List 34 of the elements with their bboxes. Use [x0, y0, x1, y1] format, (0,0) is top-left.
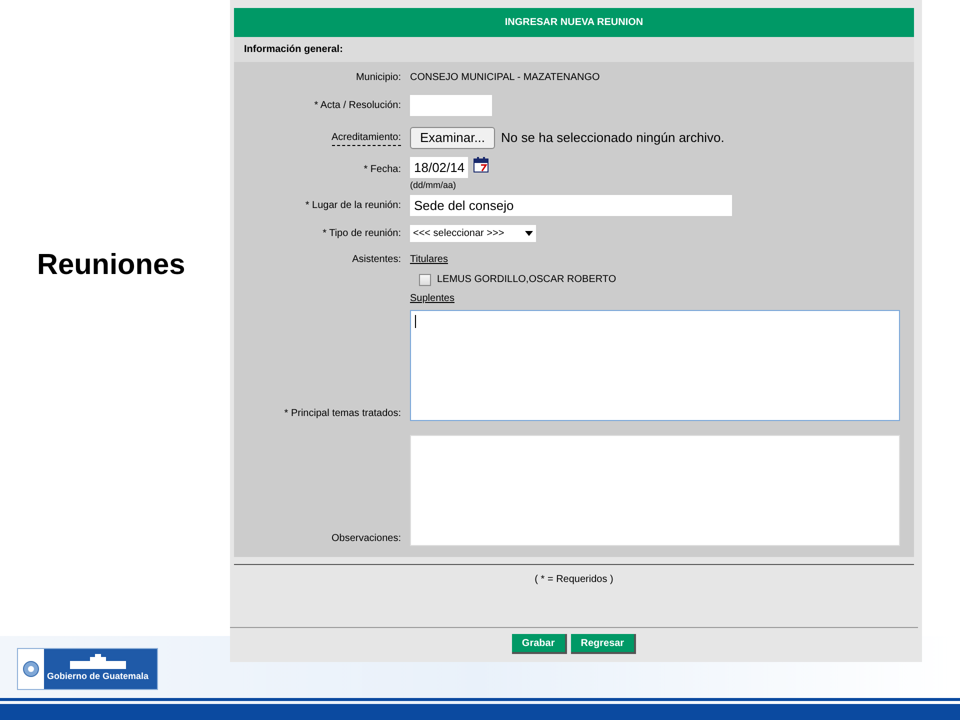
dropdown-value: <<< seleccionar >>> [413, 226, 504, 241]
action-button[interactable]: Grabar [512, 634, 567, 654]
field-label: Municipio: [356, 71, 401, 86]
caret-icon [525, 230, 533, 236]
field-label: Acreditamiento: [332, 130, 401, 146]
calendar-icon[interactable] [473, 157, 489, 173]
field-value: CONSEJO MUNICIPAL - MAZATENANGO [410, 71, 600, 86]
input-field[interactable] [410, 95, 492, 116]
dropdown[interactable]: <<< seleccionar >>> [410, 224, 536, 242]
field-label: * Tipo de reunión: [322, 226, 401, 241]
browse-button[interactable]: Examinar... [410, 127, 496, 150]
field-label: * Fecha: [364, 163, 401, 177]
section-heading: Información general: [244, 43, 343, 57]
building-icon [68, 654, 128, 670]
date-field[interactable]: 18/02/14 [410, 157, 468, 178]
action-button[interactable]: Regresar [570, 634, 636, 654]
field-label: Observaciones: [332, 532, 401, 546]
text-area[interactable] [410, 310, 900, 421]
emblem-icon [22, 660, 40, 678]
checkbox[interactable] [419, 274, 431, 286]
required-note: ( * = Requeridos ) [534, 573, 614, 587]
field-label: * Acta / Resolución: [314, 99, 401, 114]
group-link[interactable]: Suplentes [410, 291, 616, 307]
logo-text: Gobierno de Guatemala [47, 670, 149, 684]
form-header: INGRESAR NUEVA REUNION [234, 8, 914, 37]
format-hint: (dd/mm/aa) [410, 179, 458, 192]
group-link[interactable]: Titulares [410, 252, 616, 268]
input-field[interactable]: Sede del consejo [410, 194, 732, 216]
field-label: Asistentes: [352, 253, 401, 267]
file-status: No se ha seleccionado ningún archivo. [501, 129, 724, 148]
attendee-name: LEMUS GORDILLO,OSCAR ROBERTO [437, 273, 616, 287]
field-label: * Principal temas tratados: [284, 407, 401, 421]
field-label: * Lugar de la reunión: [305, 198, 401, 213]
slide-title: Reuniones [37, 248, 186, 283]
